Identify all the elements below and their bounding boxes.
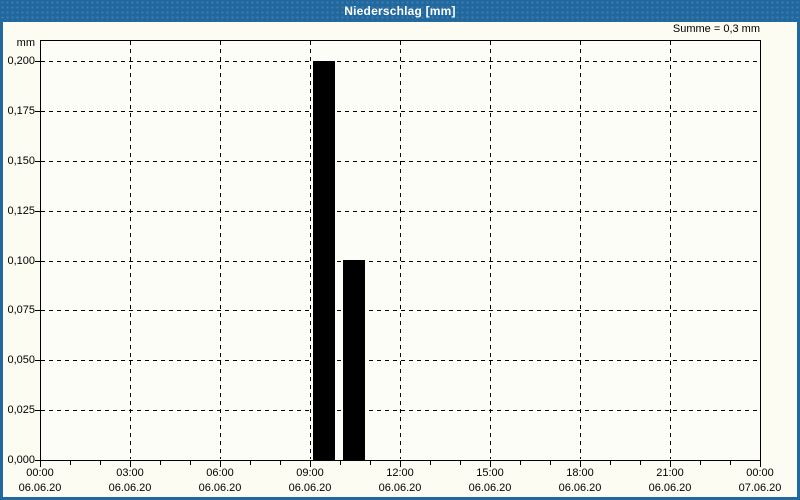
x-axis-minor-tick [730, 461, 731, 465]
v-gridline [670, 41, 671, 459]
y-tick-label: 0,125 [7, 205, 35, 217]
x-time-label: 09:00 [296, 467, 324, 479]
x-axis-minor-tick [190, 461, 191, 465]
x-time-label: 00:00 [26, 467, 54, 479]
x-time-label: 00:00 [746, 467, 774, 479]
x-axis-minor-tick [160, 461, 161, 465]
v-gridline [220, 41, 221, 459]
y-tick-label: 0,200 [7, 55, 35, 67]
x-time-label: 06:00 [206, 467, 234, 479]
x-date-label: 06.06.20 [648, 482, 692, 494]
precipitation-bar [313, 61, 335, 460]
x-axis-minor-tick [460, 461, 461, 465]
v-gridline [310, 41, 311, 459]
x-axis-minor-tick [520, 461, 521, 465]
v-gridline [490, 41, 491, 459]
x-date-label: 07.06.20 [738, 482, 782, 494]
x-axis-minor-tick [250, 461, 251, 465]
x-axis-minor-tick [700, 461, 701, 465]
x-axis-minor-tick [550, 461, 551, 465]
x-time-label: 18:00 [566, 467, 594, 479]
x-axis-minor-tick [610, 461, 611, 465]
x-axis-minor-tick [100, 461, 101, 465]
x-axis-minor-tick [280, 461, 281, 465]
y-tick-label: 0,050 [7, 354, 35, 366]
x-date-label: 06.06.20 [558, 482, 602, 494]
v-gridline [130, 41, 131, 459]
y-axis-tick [35, 360, 40, 361]
x-date-label: 06.06.20 [18, 482, 62, 494]
x-axis-minor-tick [70, 461, 71, 465]
x-time-label: 21:00 [656, 467, 684, 479]
y-axis-tick [35, 161, 40, 162]
precipitation-bar [343, 260, 365, 460]
y-axis-tick [35, 410, 40, 411]
y-axis-tick [35, 211, 40, 212]
y-axis-tick [35, 261, 40, 262]
x-axis-minor-tick [640, 461, 641, 465]
sum-annotation: Summe = 0,3 mm [672, 23, 760, 35]
v-gridline [580, 41, 581, 459]
y-axis-tick [35, 61, 40, 62]
x-time-label: 12:00 [386, 467, 414, 479]
y-tick-label: 0,100 [7, 255, 35, 267]
y-axis-tick [35, 310, 40, 311]
x-date-label: 06.06.20 [198, 482, 242, 494]
y-tick-label: 0,000 [7, 454, 35, 466]
y-tick-label: 0,175 [7, 105, 35, 117]
y-tick-label: 0,025 [7, 404, 35, 416]
y-tick-label: 0,075 [7, 304, 35, 316]
window-title-bar[interactable]: Niederschlag [mm] [0, 0, 800, 22]
v-gridline [400, 41, 401, 459]
x-time-label: 03:00 [116, 467, 144, 479]
x-axis-minor-tick [370, 461, 371, 465]
x-axis-minor-tick [430, 461, 431, 465]
y-tick-label: 0,150 [7, 155, 35, 167]
y-axis-unit-label: mm [16, 37, 35, 49]
x-time-label: 15:00 [476, 467, 504, 479]
x-axis-minor-tick [340, 461, 341, 465]
x-date-label: 06.06.20 [468, 482, 512, 494]
x-date-label: 06.06.20 [288, 482, 332, 494]
x-date-label: 06.06.20 [108, 482, 152, 494]
window-title: Niederschlag [mm] [344, 4, 456, 18]
x-date-label: 06.06.20 [378, 482, 422, 494]
y-axis-tick [35, 111, 40, 112]
precipitation-chart-window: Niederschlag [mm] Summe = 0,3 mm mm 0,00… [0, 0, 800, 500]
